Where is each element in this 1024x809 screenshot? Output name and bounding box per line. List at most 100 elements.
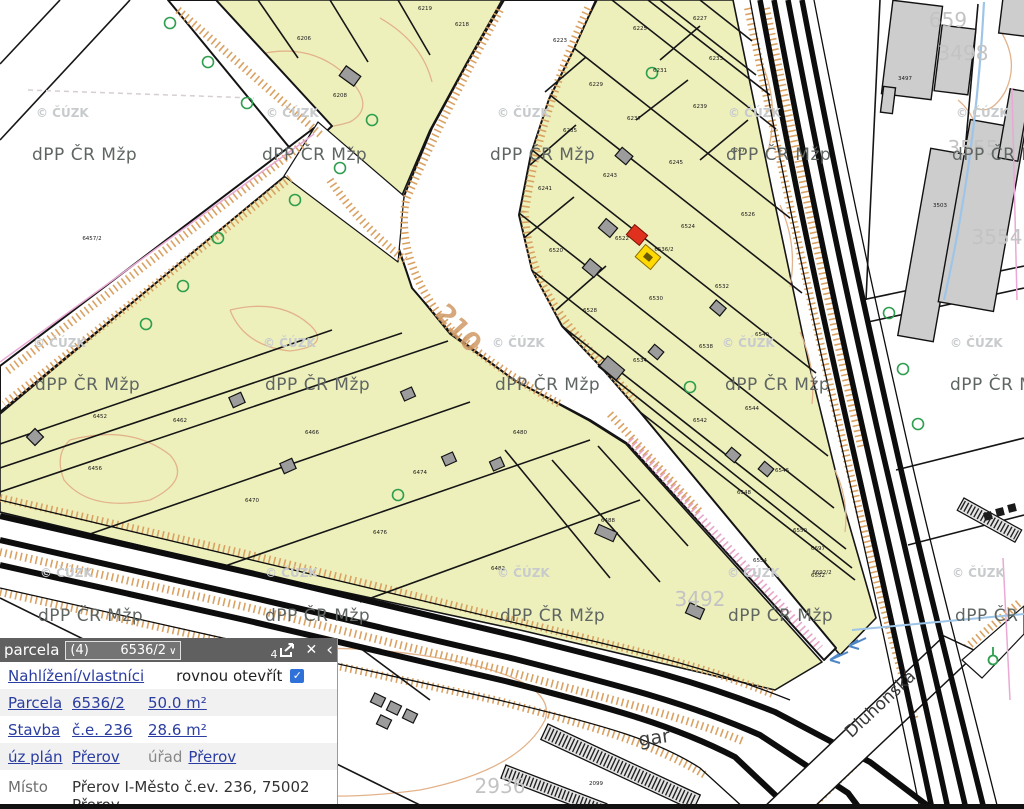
parcel-number: 6530 (649, 296, 663, 302)
row-plan: úz plán Přerov úřad Přerov (0, 743, 337, 770)
row-parcel: Parcela 6536/2 50.0 m² (0, 689, 337, 716)
copyright-watermark: © ČÚZK (952, 565, 1005, 580)
collapse-icon[interactable]: ‹ (326, 642, 333, 659)
map-viewer: 65934983555355434922936 6219621862086206… (0, 0, 1024, 809)
copyright-watermark: © ČÚZK (40, 565, 93, 580)
parcel-number: 6548 (737, 490, 751, 496)
office-city-link[interactable]: Přerov (188, 748, 236, 766)
tree-icon (203, 57, 214, 68)
copyright-watermark: © ČÚZK (263, 335, 316, 350)
parcel-number: 6488 (601, 518, 615, 524)
field-building (370, 693, 385, 707)
tree-icon (242, 98, 253, 109)
parcel-number: 6237 (627, 116, 641, 122)
copyright-watermark: © ČÚZK (497, 565, 550, 580)
parcel-number: 6219 (418, 6, 432, 12)
tree-icon (898, 364, 909, 375)
parcel-number: 6241 (538, 186, 552, 192)
row-building: Stavba č.e. 236 28.6 m² (0, 716, 337, 743)
close-icon[interactable]: ✕ (305, 643, 317, 657)
plan-city-link[interactable]: Přerov (72, 748, 120, 766)
share-icon[interactable] (279, 643, 296, 658)
parcel-number: 6229 (589, 82, 603, 88)
area-number: 2936 (475, 774, 526, 798)
parcel-number: 6522 (615, 236, 629, 242)
parcel-number: 6225 (633, 26, 647, 32)
parcel-number: 6208 (333, 93, 347, 99)
dpp-watermark: dPP ČR Mžp (952, 143, 1024, 165)
field-building (386, 701, 401, 715)
parcel-number: 6520 (549, 248, 563, 254)
parcel-number: 6532 (715, 284, 729, 290)
share-count: 4 (270, 648, 277, 661)
dpp-watermark: dPP ČR Mžp (265, 373, 370, 395)
building-area-link[interactable]: 28.6 m² (148, 721, 207, 739)
row-owners: Nahlížení/vlastníci rovnou otevřít ✓ (0, 662, 337, 689)
parcel-number: 6476 (373, 530, 387, 536)
parcel-number: 6452 (93, 414, 107, 420)
panel-title: parcela (4, 641, 59, 659)
owners-link[interactable]: Nahlížení/vlastníci (8, 667, 144, 685)
area-number: 3498 (938, 41, 989, 65)
parcel-number: 6524 (681, 224, 695, 230)
parcel-number: 3497 (898, 76, 912, 82)
parcel-number-link[interactable]: 6536/2 (72, 694, 125, 712)
tree-icon (913, 419, 924, 430)
parcel-number: 6457/2 (82, 236, 101, 242)
dpp-watermark: dPP ČR Mžp (262, 143, 367, 165)
copyright-watermark: © ČÚZK (266, 105, 319, 120)
parcel-number: 6480 (513, 430, 527, 436)
garage-area-label: gar (637, 725, 671, 751)
dpp-watermark: dPP ČR Mžp (35, 373, 140, 395)
dpp-watermark: dPP ČR Mžp (950, 373, 1024, 395)
area-number: 3492 (675, 587, 726, 611)
parcel-number: 6538 (699, 344, 713, 350)
copyright-watermark: © ČÚZK (36, 105, 89, 120)
parcel-number: 6544 (745, 406, 759, 412)
dpp-watermark: dPP ČR Mžp (725, 373, 830, 395)
copyright-watermark: © ČÚZK (33, 335, 86, 350)
panel-header: parcela (4) 6536/2∨ 4 ✕ ‹ (0, 638, 337, 662)
parcel-number: 3503 (933, 203, 947, 209)
bottom-border (0, 804, 1024, 809)
parcel-number: 6223 (553, 38, 567, 44)
parcel-number: 6227 (693, 16, 707, 22)
copyright-watermark: © ČÚZK (956, 105, 1009, 120)
dpp-watermark: dPP ČR Mžp (726, 143, 831, 165)
parcel-number: 6474 (413, 470, 427, 476)
parcel-number: 6231 (653, 68, 667, 74)
field-building (402, 709, 417, 723)
place-label: Místo (8, 778, 72, 796)
dpp-watermark: dPP ČR Mžp (728, 604, 833, 626)
parcel-number: 6534 (633, 358, 647, 364)
zoning-plan-link[interactable]: úz plán (8, 748, 63, 766)
parcel-number: 6692/2 (812, 570, 831, 576)
chevron-down-icon: ∨ (169, 646, 176, 657)
open-directly-checkbox[interactable]: ✓ (290, 669, 304, 683)
parcel-number: 6243 (603, 173, 617, 179)
parcel-number: 6206 (297, 36, 311, 42)
copyright-watermark: © ČÚZK (728, 105, 781, 120)
parcel-number: 6466 (305, 430, 319, 436)
parcel-number: 6536/2 (654, 247, 673, 253)
parcel-select-dropdown[interactable]: (4) 6536/2∨ (65, 641, 181, 660)
dpp-watermark: dPP ČR Mžp (500, 604, 605, 626)
parcel-number: 6697 (811, 546, 825, 552)
parcel-number: 6550 (793, 528, 807, 534)
parcel-number: 6245 (669, 160, 683, 166)
parcel-number: 6239 (693, 104, 707, 110)
parcel-area-link[interactable]: 50.0 m² (148, 694, 207, 712)
field-building (376, 715, 391, 729)
building-number-link[interactable]: č.e. 236 (72, 721, 132, 739)
parcel-number: 2099 (589, 781, 603, 787)
parcel-link[interactable]: Parcela (8, 694, 62, 712)
dpp-watermark: dPP ČR Mžp (955, 604, 1024, 626)
parcel-number: 6218 (455, 22, 469, 28)
dpp-watermark: dPP ČR Mžp (495, 373, 600, 395)
building-link[interactable]: Stavba (8, 721, 60, 739)
row-place: Místo Přerov I-Město č.ev. 236, 75002 Př… (0, 770, 337, 802)
parcel-info-panel: parcela (4) 6536/2∨ 4 ✕ ‹ Nahlížení/vlas… (0, 638, 338, 806)
dropdown-count: (4) (70, 643, 88, 658)
copyright-watermark: © ČÚZK (950, 335, 1003, 350)
tree-icon (165, 18, 176, 29)
